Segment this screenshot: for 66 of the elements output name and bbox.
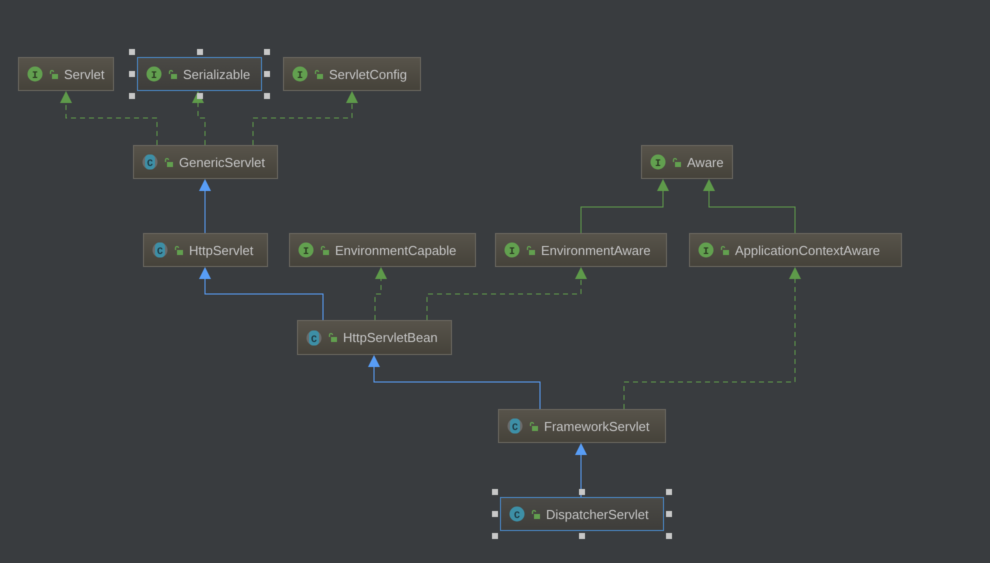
selection-handle[interactable]	[264, 49, 270, 55]
selection-handle[interactable]	[129, 71, 135, 77]
class-name: DispatcherServlet	[546, 506, 649, 522]
selection-handle[interactable]	[492, 533, 498, 539]
class-node[interactable]: I ServletConfig	[283, 57, 421, 91]
class-node[interactable]: C HttpServlet	[143, 233, 268, 267]
class-name: HttpServletBean	[343, 330, 438, 345]
class-name: GenericServlet	[179, 154, 265, 170]
unlocked-padlock-icon	[174, 246, 183, 254]
selection-handle[interactable]	[666, 533, 672, 539]
selection-handle[interactable]	[666, 511, 672, 517]
class-node[interactable]: I ApplicationContextAware	[689, 233, 902, 267]
abstract-class-icon: C	[142, 154, 158, 170]
abstract-class-icon: C	[306, 330, 322, 346]
inheritance-arrow	[575, 443, 587, 498]
class-name: Aware	[687, 154, 724, 170]
selection-handle[interactable]	[129, 93, 135, 99]
interface-icon: I	[698, 242, 714, 258]
interface-icon: I	[650, 154, 666, 170]
selection-handle[interactable]	[492, 489, 498, 495]
class-name: EnvironmentCapable	[335, 242, 456, 258]
unlocked-padlock-icon	[328, 333, 337, 342]
unlocked-padlock-icon	[720, 246, 729, 254]
abstract-class-icon: C	[507, 418, 523, 434]
abstract-class-icon: C	[152, 242, 168, 258]
inheritance-arrow	[199, 179, 211, 234]
class-name: EnvironmentAware	[541, 242, 651, 258]
class-node[interactable]: I EnvironmentCapable	[289, 233, 476, 267]
class-node[interactable]: C GenericServlet	[133, 145, 278, 179]
unlocked-padlock-icon	[314, 70, 323, 78]
selection-handle[interactable]	[264, 93, 270, 99]
unlocked-padlock-icon	[526, 246, 535, 254]
unlocked-padlock-icon	[320, 246, 329, 254]
selection-handle[interactable]	[264, 71, 270, 77]
class-node[interactable]: I Servlet	[18, 57, 114, 91]
unlocked-padlock-icon	[49, 70, 58, 78]
class-name: Servlet	[64, 66, 104, 82]
selection-handle[interactable]	[492, 511, 498, 517]
interface-icon: I	[298, 242, 314, 258]
class-node[interactable]: I Aware	[641, 145, 733, 179]
unlocked-padlock-icon	[531, 510, 540, 518]
interface-icon: I	[292, 66, 308, 82]
unlocked-padlock-icon	[168, 70, 177, 78]
class-node[interactable]: C FrameworkServlet	[498, 409, 666, 443]
implementation-arrow	[374, 267, 387, 320]
selection-handle[interactable]	[196, 49, 202, 55]
class-icon: C	[509, 506, 525, 522]
class-name: FrameworkServlet	[544, 418, 650, 434]
interface-icon: I	[27, 66, 43, 82]
class-node[interactable]: C DispatcherServlet	[500, 497, 664, 531]
interface-icon: I	[146, 66, 162, 82]
selection-handle[interactable]	[129, 49, 135, 55]
selection-handle[interactable]	[666, 489, 672, 495]
unlocked-padlock-icon	[164, 158, 173, 166]
interface-icon: I	[504, 242, 520, 258]
selection-handle[interactable]	[579, 533, 585, 539]
unlocked-padlock-icon	[672, 158, 681, 166]
class-name: HttpServlet	[189, 242, 254, 258]
class-node[interactable]: I EnvironmentAware	[495, 233, 667, 267]
class-node[interactable]: I Serializable	[137, 57, 262, 91]
class-name: ServletConfig	[329, 66, 408, 82]
class-node[interactable]: C HttpServletBean	[297, 320, 452, 355]
selection-handle[interactable]	[579, 489, 585, 495]
unlocked-padlock-icon	[529, 422, 538, 430]
class-name: Serializable	[183, 66, 250, 82]
class-name: ApplicationContextAware	[735, 242, 880, 258]
